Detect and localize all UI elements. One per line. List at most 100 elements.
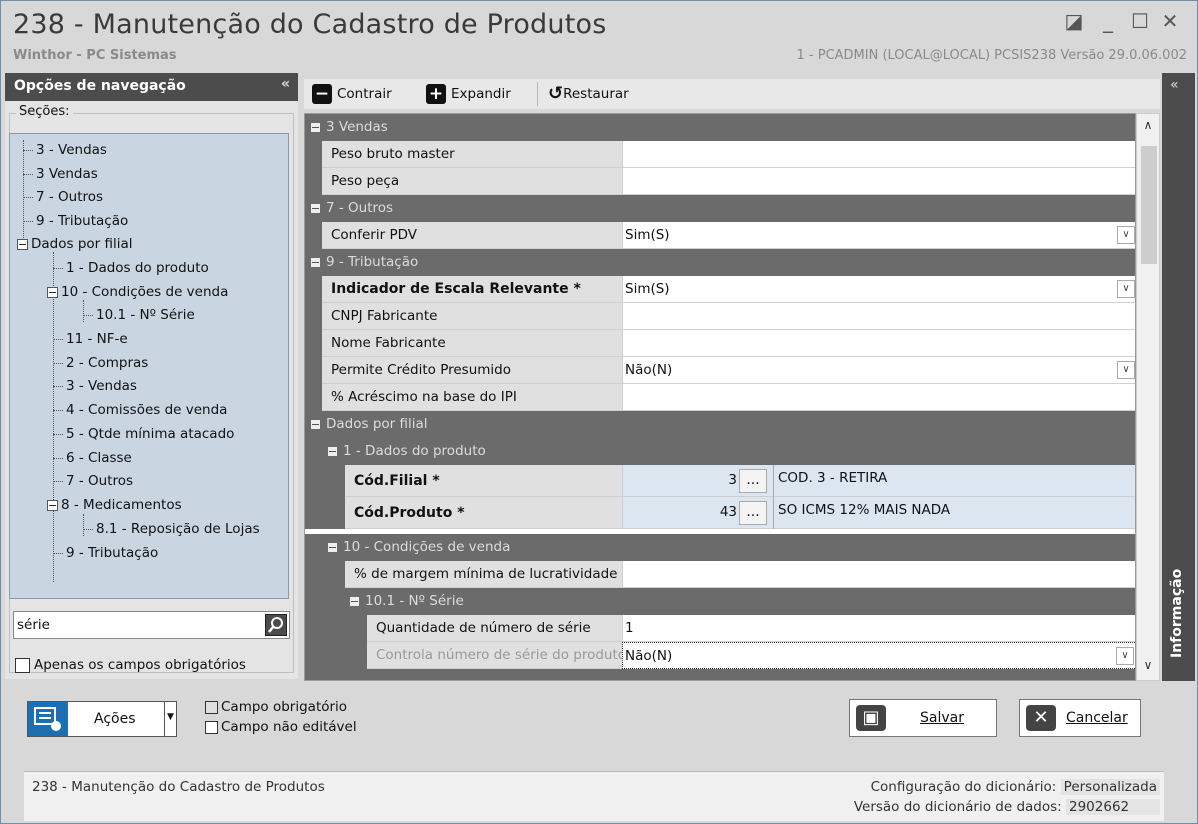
- property-label: % de margem mínima de lucratividade: [345, 561, 622, 588]
- chevron-down-icon[interactable]: ∨: [1117, 361, 1135, 379]
- conferir-pdv-select[interactable]: Sim(S) ∨: [622, 222, 1135, 249]
- tree-item[interactable]: 3 - Vendas: [23, 138, 107, 162]
- maximize-icon[interactable]: ☐: [1127, 9, 1153, 33]
- save-button[interactable]: ▣ Salvar: [849, 699, 997, 737]
- tree-item[interactable]: 9 - Tributação: [53, 541, 158, 565]
- tree-item[interactable]: 7 - Outros: [23, 185, 103, 209]
- property-label: CNPJ Fabricante: [322, 303, 622, 330]
- collapse-node-icon[interactable]: [328, 542, 337, 552]
- grid-scrollbar[interactable]: ∧ ∨: [1136, 113, 1160, 681]
- category-serie[interactable]: 10.1 - Nº Série: [305, 588, 1135, 615]
- cod-produto-lookup-button[interactable]: ...: [739, 501, 767, 525]
- collapse-node-icon[interactable]: −: [47, 499, 58, 511]
- tree-item[interactable]: 5 - Qtde mínima atacado: [53, 422, 234, 446]
- dictionary-version: Versão do dicionário de dados: 2902662: [854, 799, 1160, 815]
- collapse-node-icon[interactable]: [350, 596, 359, 606]
- navigation-panel: Opções de navegação « Seções: 3 - Vendas…: [5, 73, 298, 679]
- status-bar: 238 - Manutenção do Cadastro de Produtos…: [24, 771, 1164, 821]
- cod-produto-field[interactable]: 43 ... SO ICMS 12% MAIS NADA: [622, 497, 1135, 529]
- acrescimo-ipi-field[interactable]: [622, 384, 1135, 411]
- collapse-button[interactable]: − Contrair: [312, 83, 392, 105]
- close-icon[interactable]: ✕: [1157, 9, 1183, 33]
- property-grid: 3 Vendas Peso bruto master Peso peça 7 -…: [304, 113, 1136, 681]
- tree-item[interactable]: 7 - Outros: [53, 469, 133, 493]
- search-input[interactable]: série: [17, 617, 50, 633]
- category-outros[interactable]: 7 - Outros: [305, 195, 1135, 222]
- tree-item[interactable]: − Dados por filial: [17, 232, 133, 256]
- tree-item[interactable]: 8.1 - Reposição de Lojas: [83, 517, 260, 541]
- property-row: CNPJ Fabricante: [305, 303, 1135, 330]
- peso-bruto-master-field[interactable]: [622, 141, 1135, 168]
- sections-tree[interactable]: 3 - Vendas 3 Vendas 7 - Outros 9 - Tribu…: [9, 133, 289, 599]
- peso-peca-field[interactable]: [622, 168, 1135, 195]
- category-vendas[interactable]: 3 Vendas: [305, 114, 1135, 141]
- cod-filial-lookup-button[interactable]: ...: [739, 469, 767, 493]
- indicador-escala-select[interactable]: Sim(S) ∨: [622, 276, 1135, 303]
- property-label: Controla número de série do produto: [367, 642, 622, 669]
- dictionary-config: Configuração do dicionário: Personalizad…: [871, 779, 1160, 795]
- tree-item[interactable]: −10 - Condições de venda: [47, 280, 228, 304]
- restore-button[interactable]: ↺Restaurar: [548, 83, 629, 105]
- tree-item[interactable]: 10.1 - Nº Série: [83, 303, 195, 327]
- minimize-icon[interactable]: _: [1095, 9, 1121, 33]
- tree-item[interactable]: 4 - Comissões de venda: [53, 398, 227, 422]
- only-required-checkbox[interactable]: Apenas os campos obrigatórios: [15, 657, 246, 673]
- caret-down-icon[interactable]: ▼: [164, 702, 176, 736]
- collapse-left-icon[interactable]: «: [281, 76, 290, 92]
- tree-item[interactable]: 2 - Compras: [53, 351, 148, 375]
- restore-icon[interactable]: ◪: [1061, 9, 1087, 33]
- tree-item[interactable]: 3 - Vendas: [53, 374, 137, 398]
- tree-item[interactable]: 11 - NF-e: [53, 327, 128, 351]
- credito-presumido-select[interactable]: Não(N) ∨: [622, 357, 1135, 384]
- expand-button[interactable]: + Expandir: [426, 83, 511, 105]
- info-panel: « Informação: [1162, 73, 1195, 681]
- property-label: Quantidade de número de série: [367, 615, 622, 642]
- actions-label: Ações: [94, 711, 136, 727]
- property-label: Peso peça: [322, 168, 622, 195]
- collapse-node-icon[interactable]: −: [47, 286, 58, 298]
- cod-filial-field[interactable]: 3 ... COD. 3 - RETIRA: [622, 465, 1135, 497]
- chevron-up-icon[interactable]: ∧: [1137, 118, 1159, 132]
- tree-item[interactable]: 9 - Tributação: [23, 209, 128, 233]
- category-dados-filial[interactable]: Dados por filial: [305, 411, 1135, 438]
- legend-readonly: Campo não editável: [205, 719, 357, 735]
- actions-button[interactable]: Ações ▼: [27, 701, 177, 737]
- category-tributacao[interactable]: 9 - Tributação: [305, 249, 1135, 276]
- property-row: Conferir PDV Sim(S) ∨: [305, 222, 1135, 249]
- collapse-node-icon[interactable]: −: [17, 238, 28, 250]
- property-row: Cód.Filial * 3 ... COD. 3 - RETIRA: [305, 465, 1135, 497]
- tree-item[interactable]: −8 - Medicamentos: [47, 493, 182, 517]
- controla-serie-select[interactable]: Não(N) ∨: [622, 642, 1135, 669]
- chevron-down-icon[interactable]: ∨: [1116, 647, 1134, 665]
- category-condicoes[interactable]: 10 - Condições de venda: [305, 534, 1135, 561]
- search-button[interactable]: [265, 614, 287, 636]
- collapse-right-icon[interactable]: «: [1170, 77, 1179, 93]
- window-title: 238 - Manutenção do Cadastro de Produtos: [13, 9, 607, 40]
- scrollbar-thumb[interactable]: [1141, 146, 1157, 264]
- margem-minima-field[interactable]: [622, 561, 1135, 588]
- minus-icon: −: [312, 84, 332, 104]
- nav-header: Opções de navegação «: [5, 73, 298, 101]
- tree-item[interactable]: 6 - Classe: [53, 446, 132, 470]
- collapse-node-icon[interactable]: [311, 419, 320, 429]
- property-label: Nome Fabricante: [322, 330, 622, 357]
- category-partial[interactable]: [305, 669, 1135, 680]
- tree-item[interactable]: 1 - Dados do produto: [53, 256, 209, 280]
- cancel-button[interactable]: ✕ Cancelar: [1019, 699, 1141, 737]
- chevron-down-icon[interactable]: ∨: [1117, 280, 1135, 298]
- collapse-node-icon[interactable]: [328, 446, 337, 456]
- nome-fabricante-field[interactable]: [622, 330, 1135, 357]
- collapse-node-icon[interactable]: [311, 203, 320, 213]
- tree-item[interactable]: 3 Vendas: [23, 162, 98, 186]
- chevron-down-icon[interactable]: ∨: [1117, 226, 1135, 244]
- cnpj-fabricante-field[interactable]: [622, 303, 1135, 330]
- chevron-down-icon[interactable]: ∨: [1137, 658, 1159, 672]
- collapse-node-icon[interactable]: [311, 122, 320, 132]
- category-dados-produto[interactable]: 1 - Dados do produto: [305, 438, 1135, 465]
- collapse-node-icon[interactable]: [311, 257, 320, 267]
- info-panel-label[interactable]: Informação: [1169, 569, 1185, 658]
- qtd-num-serie-field[interactable]: 1: [622, 615, 1135, 642]
- status-text: 238 - Manutenção do Cadastro de Produtos: [32, 779, 325, 795]
- nav-header-title: Opções de navegação: [14, 78, 186, 94]
- checkbox-box[interactable]: [15, 657, 30, 673]
